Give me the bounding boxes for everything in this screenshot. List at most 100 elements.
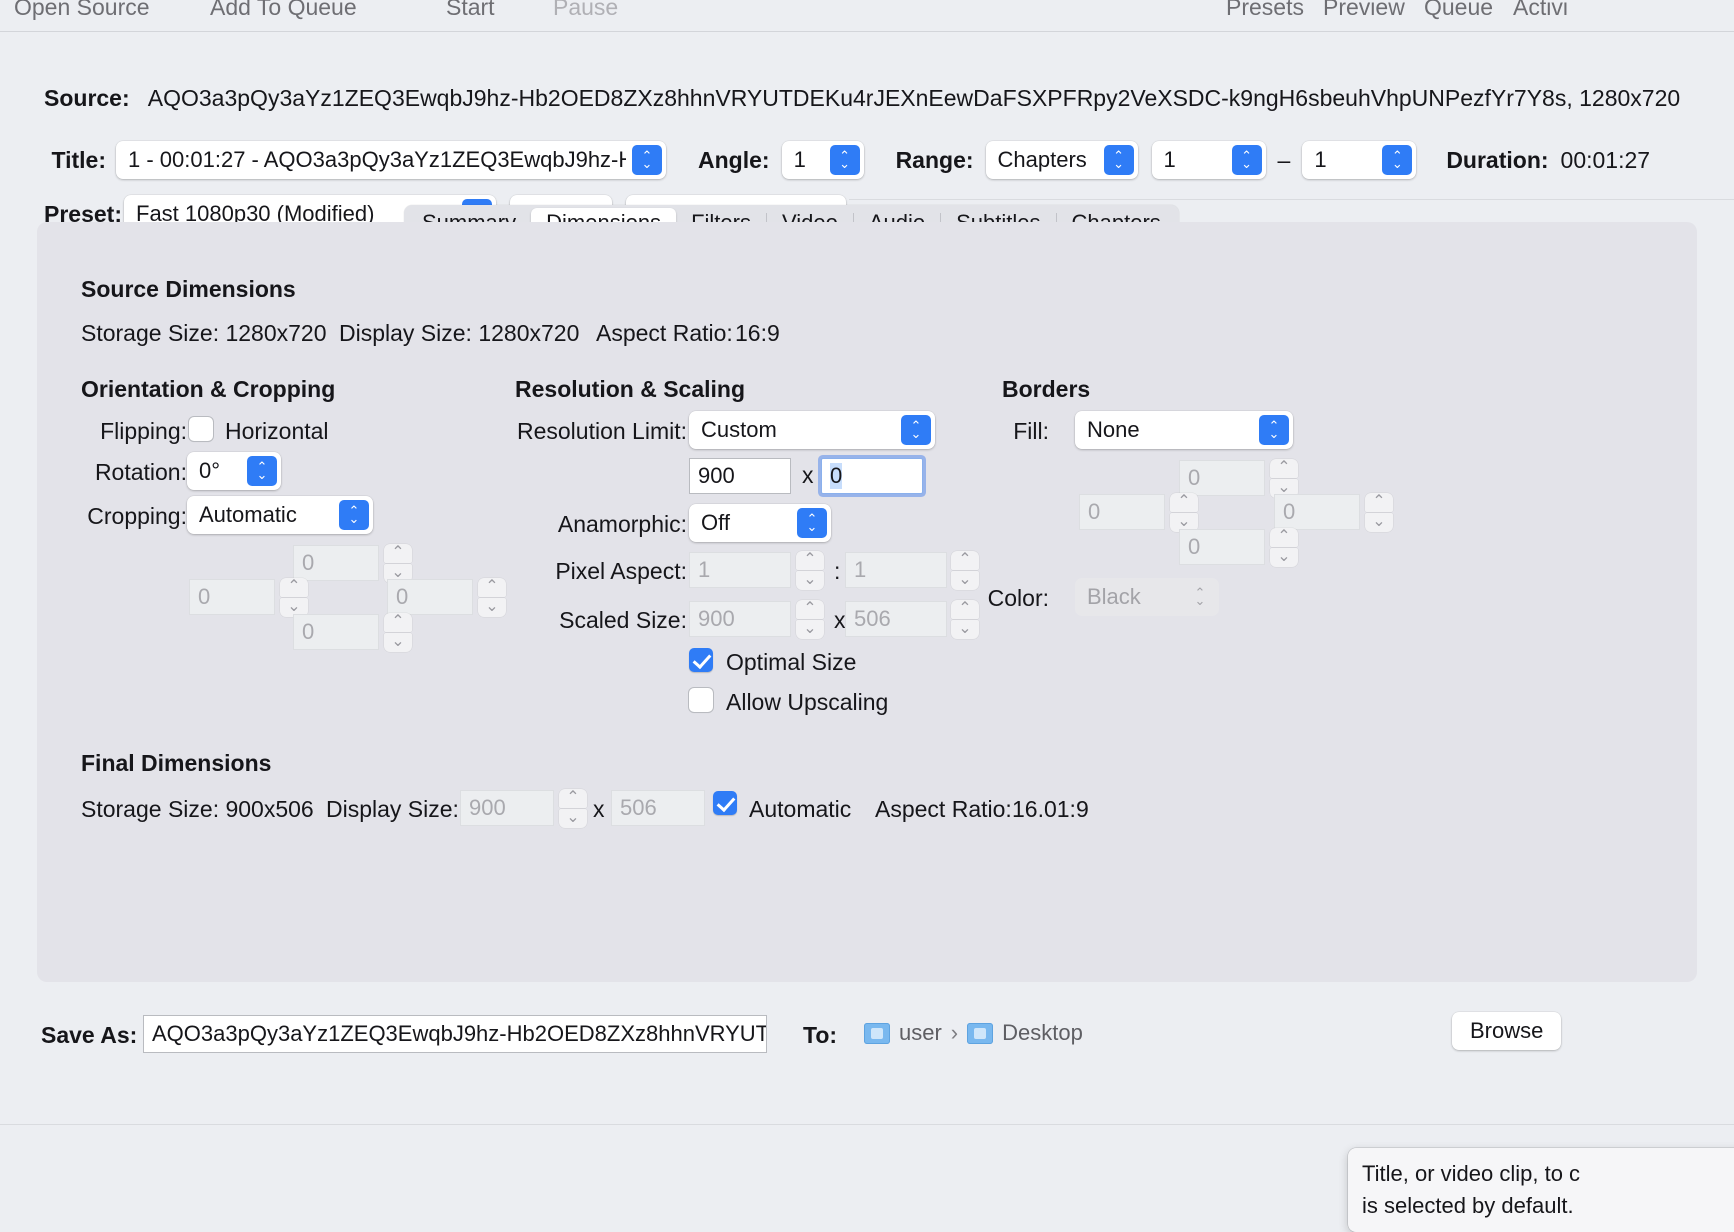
duration-value: 00:01:27: [1560, 146, 1651, 173]
optimal-size-label: Optimal Size: [726, 649, 857, 675]
chevron-up-icon: ⌃: [796, 599, 824, 619]
chevron-updown-icon: ⌃ ⌄: [632, 145, 662, 175]
browse-button[interactable]: Browse: [1452, 1012, 1562, 1050]
destination-path[interactable]: user › Desktop: [864, 1020, 1083, 1046]
toolbar-add-to-queue-button[interactable]: Add To Queue: [210, 0, 357, 21]
pixel-aspect-label: Pixel Aspect:: [555, 558, 687, 584]
chevron-up-icon: ⌃: [796, 550, 824, 570]
chevron-up-icon: ⌃: [280, 577, 308, 597]
source-row: Source: AQO3a3pQy3aYz1ZEQ3EwqbJ9hz-Hb2OE…: [44, 85, 1680, 112]
cropping-value: Automatic: [199, 502, 297, 527]
chevron-up-icon: ⌃: [1270, 527, 1298, 547]
border-fill-select[interactable]: None ⌃ ⌄: [1075, 411, 1293, 449]
allow-upscaling-checkbox[interactable]: [689, 688, 713, 712]
title-row: Title: 1 - 00:01:27 - AQO3a3pQy3aYz1ZEQ3…: [44, 141, 1650, 179]
crop-left-value: 0: [198, 584, 211, 609]
border-color-value: Black: [1087, 584, 1141, 609]
title-select-value: 1 - 00:01:27 - AQO3a3pQy3aYz1ZEQ3EwqbJ9h…: [128, 147, 626, 172]
chevron-down-icon: ⌄: [559, 808, 587, 828]
source-aspect-ratio-value: 16:9: [735, 320, 780, 346]
borders-heading: Borders: [1002, 376, 1091, 402]
breadcrumb-separator-icon: ›: [950, 1020, 959, 1045]
border-right-value: 0: [1283, 499, 1296, 524]
save-as-input[interactable]: AQO3a3pQy3aYz1ZEQ3EwqbJ9hz-Hb2OED8ZXz8hh…: [143, 1015, 767, 1053]
chevron-down-icon: ⌄: [384, 632, 412, 652]
range-label: Range:: [895, 146, 974, 173]
pixel-aspect-den-value: 1: [854, 557, 867, 582]
chevron-up-icon: ⌃: [1170, 492, 1198, 512]
chevron-updown-icon: ⌃ ⌄: [797, 508, 827, 538]
app-toolbar: Open Source Add To Queue Start Pause Pre…: [0, 0, 1734, 32]
pixel-aspect-num-value: 1: [698, 557, 711, 582]
final-automatic-label: Automatic: [749, 796, 852, 822]
final-display-height-value: 506: [620, 795, 657, 820]
resolution-limit-value: Custom: [701, 417, 777, 442]
range-end-select[interactable]: 1 ⌃ ⌄: [1302, 141, 1417, 179]
rotation-select[interactable]: 0° ⌃ ⌄: [187, 452, 281, 490]
chevron-down-icon: ⌄: [796, 619, 824, 639]
flipping-horizontal-label: Horizontal: [225, 418, 329, 444]
resolution-width-input[interactable]: 900: [689, 458, 791, 494]
chevron-up-icon: ⌃: [1365, 492, 1393, 512]
border-bottom-stepper: ⌃ ⌄: [1269, 527, 1299, 567]
pixel-aspect-num-input: 1: [689, 552, 791, 588]
toolbar-queue-button[interactable]: Queue: [1424, 0, 1493, 21]
desktop-folder-icon: [967, 1022, 994, 1044]
range-type-select[interactable]: Chapters ⌃ ⌄: [985, 141, 1138, 179]
chevron-down-icon: ⌄: [1365, 512, 1393, 532]
duration-label: Duration:: [1446, 146, 1549, 173]
resolution-height-value: 0: [830, 463, 843, 489]
toolbar-preview-button[interactable]: Preview: [1323, 0, 1405, 21]
toolbar-activity-button[interactable]: Activi: [1513, 0, 1568, 21]
pixel-aspect-den-stepper: ⌃ ⌄: [950, 550, 980, 590]
cropping-select[interactable]: Automatic ⌃ ⌄: [187, 496, 373, 534]
fill-label: Fill:: [1013, 418, 1049, 444]
title-label: Title:: [51, 146, 106, 173]
allow-upscaling-label: Allow Upscaling: [726, 689, 889, 715]
crop-left-input: 0: [189, 579, 275, 615]
final-display-width-value: 900: [469, 795, 506, 820]
angle-label: Angle:: [698, 146, 770, 173]
range-type-value: Chapters: [997, 147, 1087, 172]
title-select[interactable]: 1 - 00:01:27 - AQO3a3pQy3aYz1ZEQ3EwqbJ9h…: [116, 141, 666, 179]
chevron-updown-icon: ⌃ ⌄: [339, 500, 369, 530]
border-color-label: Color:: [987, 585, 1049, 611]
tooltip-line-2: is selected by default.: [1362, 1193, 1574, 1218]
resolution-height-input[interactable]: 0: [821, 458, 923, 494]
optimal-size-checkbox[interactable]: [689, 648, 713, 672]
anamorphic-select[interactable]: Off ⌃ ⌄: [689, 504, 831, 542]
angle-select[interactable]: 1 ⌃ ⌄: [781, 141, 864, 179]
anamorphic-label: Anamorphic:: [557, 511, 687, 537]
chevron-down-icon: ⌄: [1270, 547, 1298, 567]
flipping-horizontal-checkbox[interactable]: [189, 417, 213, 441]
final-automatic-checkbox[interactable]: [713, 791, 737, 815]
border-bottom-input: 0: [1179, 529, 1265, 565]
toolbar-start-button[interactable]: Start: [446, 0, 495, 21]
border-top-input: 0: [1179, 460, 1265, 496]
destination-path-desktop: Desktop: [1002, 1020, 1083, 1045]
destination-to-label: To:: [803, 1022, 838, 1048]
range-dash: –: [1277, 146, 1291, 173]
border-color-select: Black ⌃ ⌄: [1075, 578, 1219, 616]
scaled-size-label: Scaled Size:: [559, 607, 687, 633]
header-divider: [849, 199, 1734, 200]
scaled-width-value: 900: [698, 606, 735, 631]
flipping-label: Flipping:: [100, 418, 187, 444]
anamorphic-value: Off: [701, 510, 730, 535]
source-label: Source:: [44, 85, 130, 111]
chevron-updown-icon: ⌃ ⌄: [829, 145, 860, 175]
final-display-height-input: 506: [611, 790, 705, 826]
toolbar-open-source-button[interactable]: Open Source: [14, 0, 150, 21]
toolbar-presets-button[interactable]: Presets: [1226, 0, 1304, 21]
destination-bar: [0, 985, 1734, 1125]
chevron-updown-icon: ⌃ ⌄: [1231, 145, 1262, 175]
chevron-updown-icon: ⌃ ⌄: [1382, 145, 1413, 175]
range-start-select[interactable]: 1 ⌃ ⌄: [1151, 141, 1266, 179]
final-dimensions-heading: Final Dimensions: [81, 750, 272, 776]
border-top-value: 0: [1188, 465, 1201, 490]
rotation-label: Rotation:: [94, 459, 187, 485]
source-value: AQO3a3pQy3aYz1ZEQ3EwqbJ9hz-Hb2OED8ZXz8hh…: [147, 85, 1681, 111]
cropping-label: Cropping:: [87, 503, 187, 529]
source-storage-size: Storage Size: 1280x720: [81, 320, 327, 346]
resolution-limit-select[interactable]: Custom ⌃ ⌄: [689, 411, 935, 449]
